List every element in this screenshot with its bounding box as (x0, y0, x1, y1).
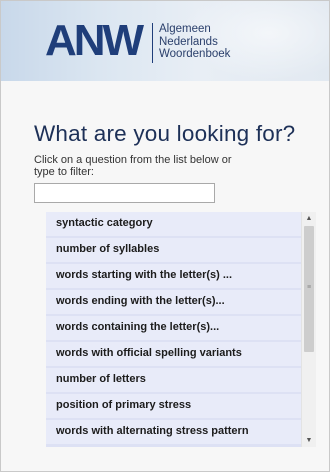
grip-icon: ≡ (306, 284, 312, 291)
filter-input[interactable] (34, 183, 215, 203)
triangle-up-icon[interactable]: ▲ (302, 212, 316, 225)
logo-word-2: Nederlands (159, 35, 218, 48)
instructions-text: Click on a question from the list below … (34, 154, 232, 178)
list-item[interactable]: words with official spelling variants (46, 342, 301, 366)
anw-logo[interactable]: ANW (45, 17, 144, 65)
list-item[interactable]: words starting with the letter(s) ... (46, 264, 301, 288)
list-scrollbar[interactable]: ▲ ≡ ▼ (301, 212, 316, 447)
list-item[interactable]: number of syllables (46, 238, 301, 262)
header-banner: ANW Algemeen Nederlands Woordenboek (1, 1, 329, 81)
logo-divider (152, 23, 153, 63)
scroll-thumb[interactable]: ≡ (304, 226, 314, 352)
page-title: What are you looking for? (34, 121, 296, 146)
app-window: ANW Algemeen Nederlands Woordenboek What… (0, 0, 330, 472)
list-item[interactable]: words ending with the letter(s)... (46, 290, 301, 314)
list-item[interactable]: syntactic category (46, 212, 301, 236)
question-list-items: syntactic category number of syllables w… (46, 212, 301, 446)
question-list[interactable]: syntactic category number of syllables w… (46, 212, 316, 447)
logo-word-3: Woordenboek (159, 48, 231, 60)
triangle-down-icon[interactable]: ▼ (302, 434, 316, 447)
main-content: What are you looking for? Click on a que… (1, 81, 329, 471)
list-item[interactable]: position of primary stress (46, 394, 301, 418)
list-item[interactable]: number of letters (46, 368, 301, 392)
logo-wordmark: Algemeen Nederlands Woordenboek (159, 23, 230, 61)
list-item[interactable]: words containing the letter(s)... (46, 316, 301, 340)
logo-word-1: Algemeen (159, 23, 211, 35)
list-item[interactable]: words with alternating stress pattern (46, 420, 301, 444)
